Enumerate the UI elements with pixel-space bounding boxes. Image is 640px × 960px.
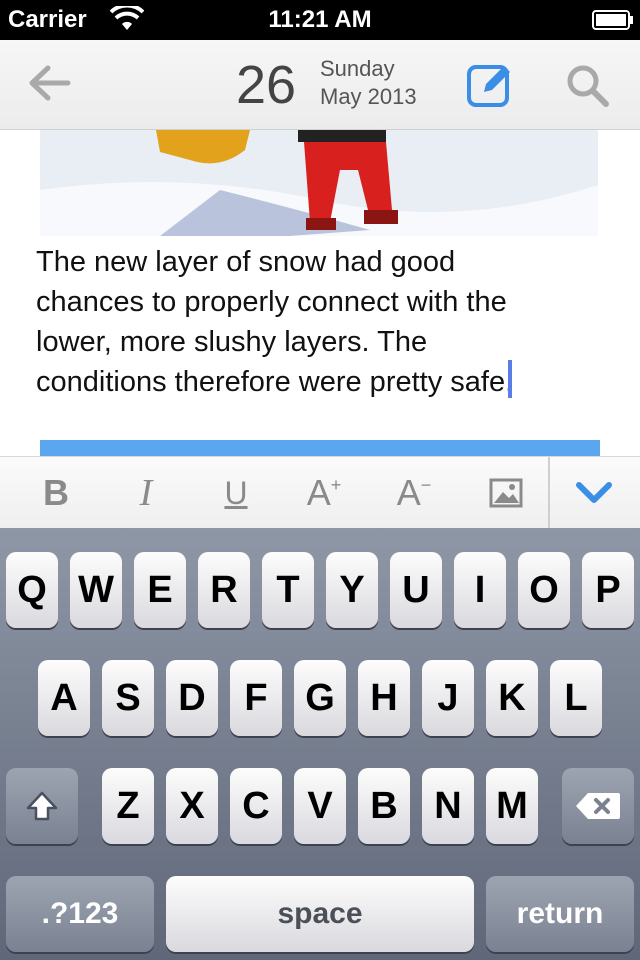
key-c[interactable]: C (230, 768, 282, 844)
date-month-year: May 2013 (320, 84, 417, 109)
key-j[interactable]: J (422, 660, 474, 736)
key-t[interactable]: T (262, 552, 314, 628)
increase-font-letter: A (306, 472, 331, 513)
return-key[interactable]: return (486, 876, 634, 952)
numbers-key[interactable]: .?123 (6, 876, 154, 952)
decrease-font-button[interactable]: A − (384, 457, 444, 529)
key-d[interactable]: D (166, 660, 218, 736)
back-arrow-icon[interactable] (26, 60, 72, 106)
clock: 11:21 AM (268, 6, 372, 33)
italic-button[interactable]: I (116, 457, 176, 529)
shift-key[interactable] (6, 768, 78, 844)
key-q[interactable]: Q (6, 552, 58, 628)
keyboard: Q W E R T Y U I O P A S D F G H J K L Z … (0, 528, 640, 960)
delete-key[interactable] (562, 768, 634, 844)
shift-icon (26, 791, 58, 821)
key-m[interactable]: M (486, 768, 538, 844)
bold-button[interactable]: B (26, 457, 86, 529)
date-weekday: Sunday (320, 56, 395, 81)
key-o[interactable]: O (518, 552, 570, 628)
chevron-down-icon (576, 482, 612, 503)
note-body[interactable]: The new layer of snow had good chances t… (36, 242, 616, 402)
status-bar: Carrier 11:21 AM (0, 0, 640, 40)
key-s[interactable]: S (102, 660, 154, 736)
image-icon (489, 478, 523, 508)
snow-photo (40, 130, 598, 236)
date-day-number: 26 (236, 55, 297, 115)
key-x[interactable]: X (166, 768, 218, 844)
note-line: The new layer of snow had good (36, 246, 456, 278)
key-h[interactable]: H (358, 660, 410, 736)
decrease-font-sign: − (420, 474, 432, 495)
key-r[interactable]: R (198, 552, 250, 628)
increase-font-sign: + (330, 474, 342, 495)
format-toolbar: B I U A + A − (0, 456, 640, 529)
key-e[interactable]: E (134, 552, 186, 628)
key-y[interactable]: Y (326, 552, 378, 628)
increase-font-button[interactable]: A + (294, 457, 354, 529)
key-b[interactable]: B (358, 768, 410, 844)
key-p[interactable]: P (582, 552, 634, 628)
hide-keyboard-button[interactable] (564, 457, 624, 529)
underline-button[interactable]: U (206, 457, 266, 529)
space-key[interactable]: space (166, 876, 474, 952)
nav-bar: 26 Sunday May 2013 (0, 40, 640, 130)
text-cursor (508, 360, 512, 398)
note-line: conditions therefore were pretty safe. (36, 366, 514, 398)
backspace-icon (576, 793, 620, 819)
key-k[interactable]: K (486, 660, 538, 736)
key-w[interactable]: W (70, 552, 122, 628)
image-preview-strip (40, 440, 600, 456)
key-f[interactable]: F (230, 660, 282, 736)
key-u[interactable]: U (390, 552, 442, 628)
decrease-font-letter: A (396, 472, 421, 513)
key-z[interactable]: Z (102, 768, 154, 844)
key-i[interactable]: I (454, 552, 506, 628)
insert-image-button[interactable] (476, 457, 536, 529)
note-line: lower, more slushy layers. The (36, 326, 428, 358)
battery-icon (592, 10, 633, 30)
toolbar-divider (548, 457, 550, 529)
note-line: chances to properly connect with the (36, 286, 507, 318)
key-g[interactable]: G (294, 660, 346, 736)
compose-icon[interactable] (466, 60, 514, 108)
key-v[interactable]: V (294, 768, 346, 844)
search-icon[interactable] (564, 62, 610, 108)
key-n[interactable]: N (422, 768, 474, 844)
key-a[interactable]: A (38, 660, 90, 736)
key-l[interactable]: L (550, 660, 602, 736)
